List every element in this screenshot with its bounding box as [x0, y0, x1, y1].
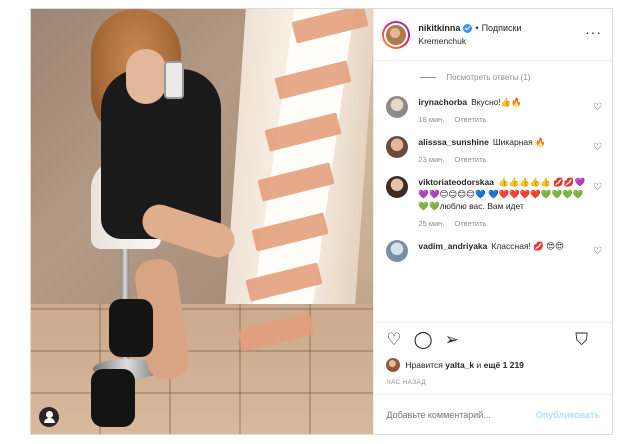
- post-photo[interactable]: [31, 9, 374, 434]
- comment-avatar[interactable]: [386, 136, 409, 158]
- comment-text: Вкусно!👍🔥: [471, 97, 522, 107]
- comment-time[interactable]: 23 мин.: [418, 155, 444, 164]
- comment-avatar[interactable]: [386, 176, 409, 198]
- heart-icon[interactable]: ♡: [593, 182, 602, 193]
- reply-button[interactable]: Ответить: [454, 155, 486, 164]
- reply-button[interactable]: Ответить: [454, 115, 486, 124]
- comment-item: alisssa_sunshine Шикарная 🔥 23 мин. Ответи…: [386, 136, 602, 166]
- comment-username[interactable]: viktoriateodorskaa: [418, 177, 494, 187]
- view-replies-link[interactable]: Посмотреть ответы (1): [420, 73, 602, 82]
- post-timestamp[interactable]: ЧАС НАЗАД: [374, 374, 612, 394]
- verified-icon: [463, 23, 473, 33]
- comment-username[interactable]: vadim_andriyaka: [418, 241, 487, 251]
- likes-prefix: Нравится: [405, 360, 443, 370]
- ellipsis-icon[interactable]: ···: [585, 25, 602, 39]
- photo-floor: [31, 304, 374, 434]
- post-location[interactable]: Kremenchuk: [418, 36, 521, 46]
- tagged-user-icon[interactable]: [39, 407, 59, 427]
- comment-item: viktoriateodorskaa 👍👍👍👍👍 💋💋💜💜💜😊😊😊😊💙 💙❤️❤️…: [386, 176, 602, 230]
- photo-face: [126, 49, 166, 104]
- likes-summary: Нравится yalta_k и ещё 1 219: [374, 356, 612, 374]
- comment-username[interactable]: irynachorba: [418, 97, 467, 107]
- post-header: nikitkinna • Подписки Kremenchuk ···: [374, 9, 612, 61]
- photo-boot: [109, 299, 153, 357]
- heart-icon[interactable]: ♡: [593, 142, 602, 153]
- comment-username[interactable]: alisssa_sunshine: [418, 137, 488, 147]
- comment-time[interactable]: 25 мин.: [418, 219, 444, 228]
- comment-avatar[interactable]: [386, 96, 409, 118]
- share-icon[interactable]: ➢: [445, 330, 459, 350]
- bookmark-icon[interactable]: ⛉: [575, 330, 588, 350]
- author-username[interactable]: nikitkinna: [418, 23, 460, 33]
- view-replies-label: Посмотреть ответы (1): [446, 73, 531, 82]
- comment-item: irynachorba Вкусно!👍🔥 18 мин. Ответить ♡: [386, 96, 602, 126]
- comment-avatar[interactable]: [386, 240, 409, 262]
- comment-text: Классная! 💋 😍😍: [491, 241, 564, 251]
- photo-phone: [164, 61, 184, 99]
- separator: •: [475, 23, 479, 33]
- comment-icon[interactable]: ◯: [414, 330, 433, 350]
- likes-count-link[interactable]: ещё 1 219: [484, 360, 524, 370]
- following-button[interactable]: Подписки: [482, 23, 522, 33]
- comment-text: Шикарная 🔥: [492, 137, 546, 147]
- publish-button[interactable]: Опубликовать: [536, 410, 600, 420]
- replies-line: [420, 77, 437, 78]
- add-comment-bar: Опубликовать: [374, 394, 612, 434]
- liker-avatar[interactable]: [386, 358, 401, 372]
- photo-boot: [91, 369, 135, 427]
- comment-item: vadim_andriyaka Классная! 💋 😍😍 ♡: [386, 240, 602, 262]
- action-bar: ♡ ◯ ➢ ⛉: [374, 322, 612, 356]
- reply-button[interactable]: Ответить: [454, 219, 486, 228]
- heart-icon[interactable]: ♡: [593, 102, 602, 113]
- heart-icon[interactable]: ♡: [386, 330, 401, 350]
- side-panel: nikitkinna • Подписки Kremenchuk ··· Пос…: [373, 9, 612, 434]
- author-avatar[interactable]: [382, 20, 411, 49]
- comment-input[interactable]: [386, 409, 527, 420]
- post-modal: nikitkinna • Подписки Kremenchuk ··· Пос…: [30, 8, 613, 435]
- comment-time[interactable]: 18 мин.: [418, 115, 444, 124]
- liker-username[interactable]: yalta_k: [445, 360, 474, 370]
- likes-middle: и: [476, 360, 482, 370]
- comments-list: Посмотреть ответы (1) irynachorba Вкусно!…: [374, 61, 612, 322]
- heart-icon[interactable]: ♡: [593, 246, 602, 257]
